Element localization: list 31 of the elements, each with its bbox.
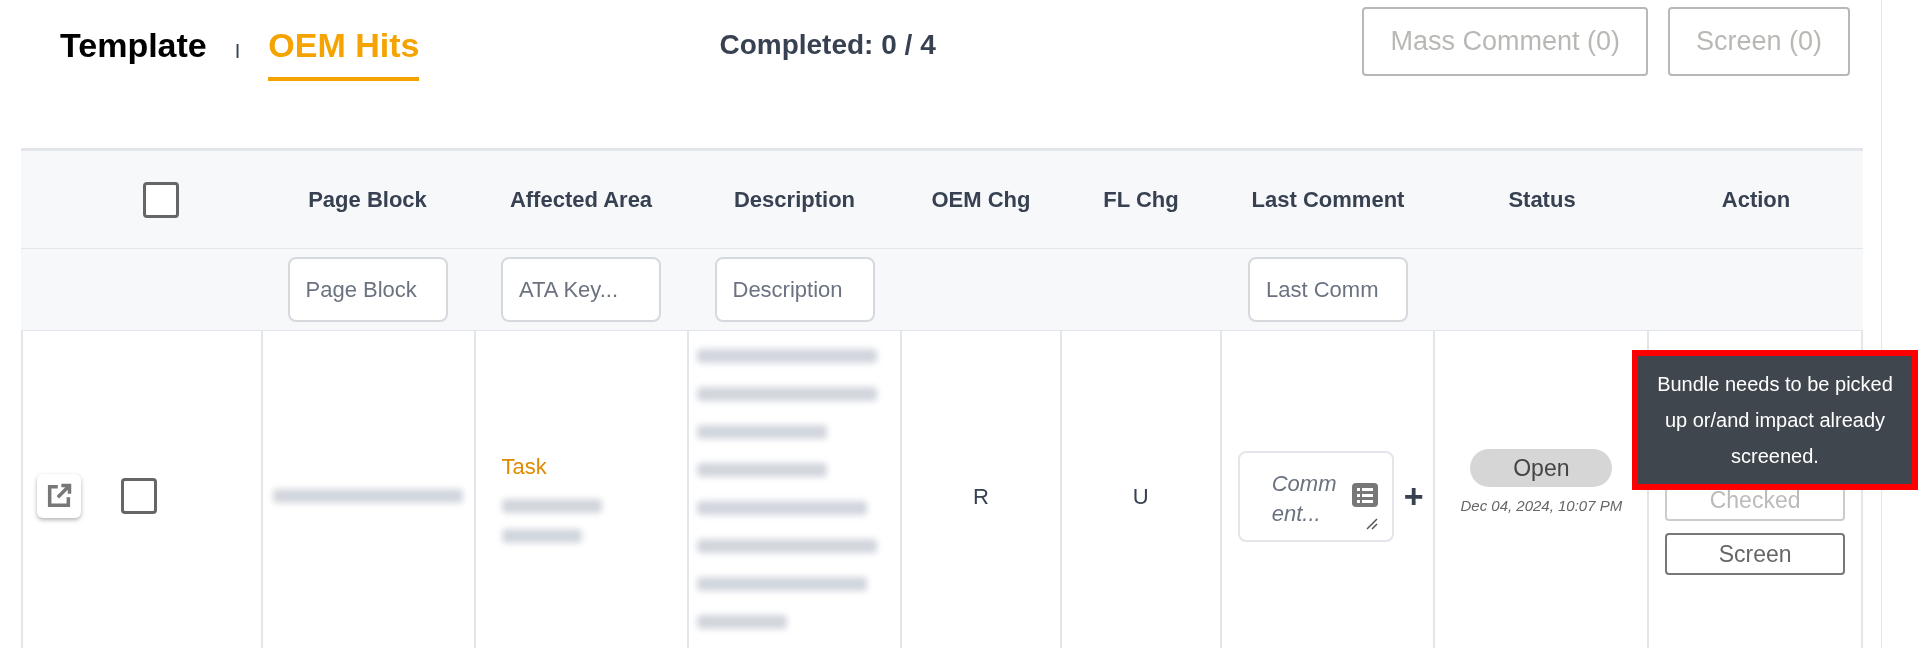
list-icon	[1351, 482, 1378, 507]
column-header: FL Chg	[1103, 186, 1179, 214]
checkbox[interactable]	[143, 181, 179, 218]
resize-handle-icon	[1365, 517, 1378, 530]
status-timestamp: Dec 04, 2024, 10:07 PM	[1460, 495, 1623, 516]
filter-field[interactable]: ATA Key...	[501, 257, 661, 322]
filter-field[interactable]: Description	[714, 257, 875, 322]
column-header: Action	[1721, 186, 1791, 214]
column-header: Status	[1508, 186, 1576, 214]
filter-field[interactable]: Last Comm	[1248, 257, 1408, 322]
filter-field[interactable]: Page Block	[287, 257, 448, 322]
tab-separator: I	[234, 38, 241, 64]
action-button[interactable]: Screen	[1665, 533, 1846, 575]
external-link-icon	[45, 482, 73, 510]
checkbox[interactable]	[121, 478, 157, 514]
completed-counter: Completed: 0 / 4	[719, 28, 936, 62]
open-external-button[interactable]	[37, 474, 81, 518]
task-link[interactable]: Task	[501, 449, 688, 483]
column-header: Description	[734, 186, 855, 214]
status-badge: Open	[1470, 448, 1613, 487]
column-header: Page Block	[308, 186, 427, 214]
table-cell-text: U	[1132, 482, 1149, 511]
comment-field[interactable]: Comment...	[1237, 450, 1394, 542]
tooltip: Bundle needs to be picked up or/and impact already screened.	[1632, 350, 1918, 490]
column-header: Last Comment	[1251, 186, 1405, 214]
tab[interactable]: Template	[60, 20, 207, 81]
table-cell-text: R	[973, 482, 989, 511]
add-comment-button[interactable]: +	[1403, 470, 1424, 522]
column-header: OEM Chg	[931, 186, 1031, 214]
tab[interactable]: OEM Hits	[268, 20, 420, 81]
column-header: Affected Area	[509, 186, 653, 214]
